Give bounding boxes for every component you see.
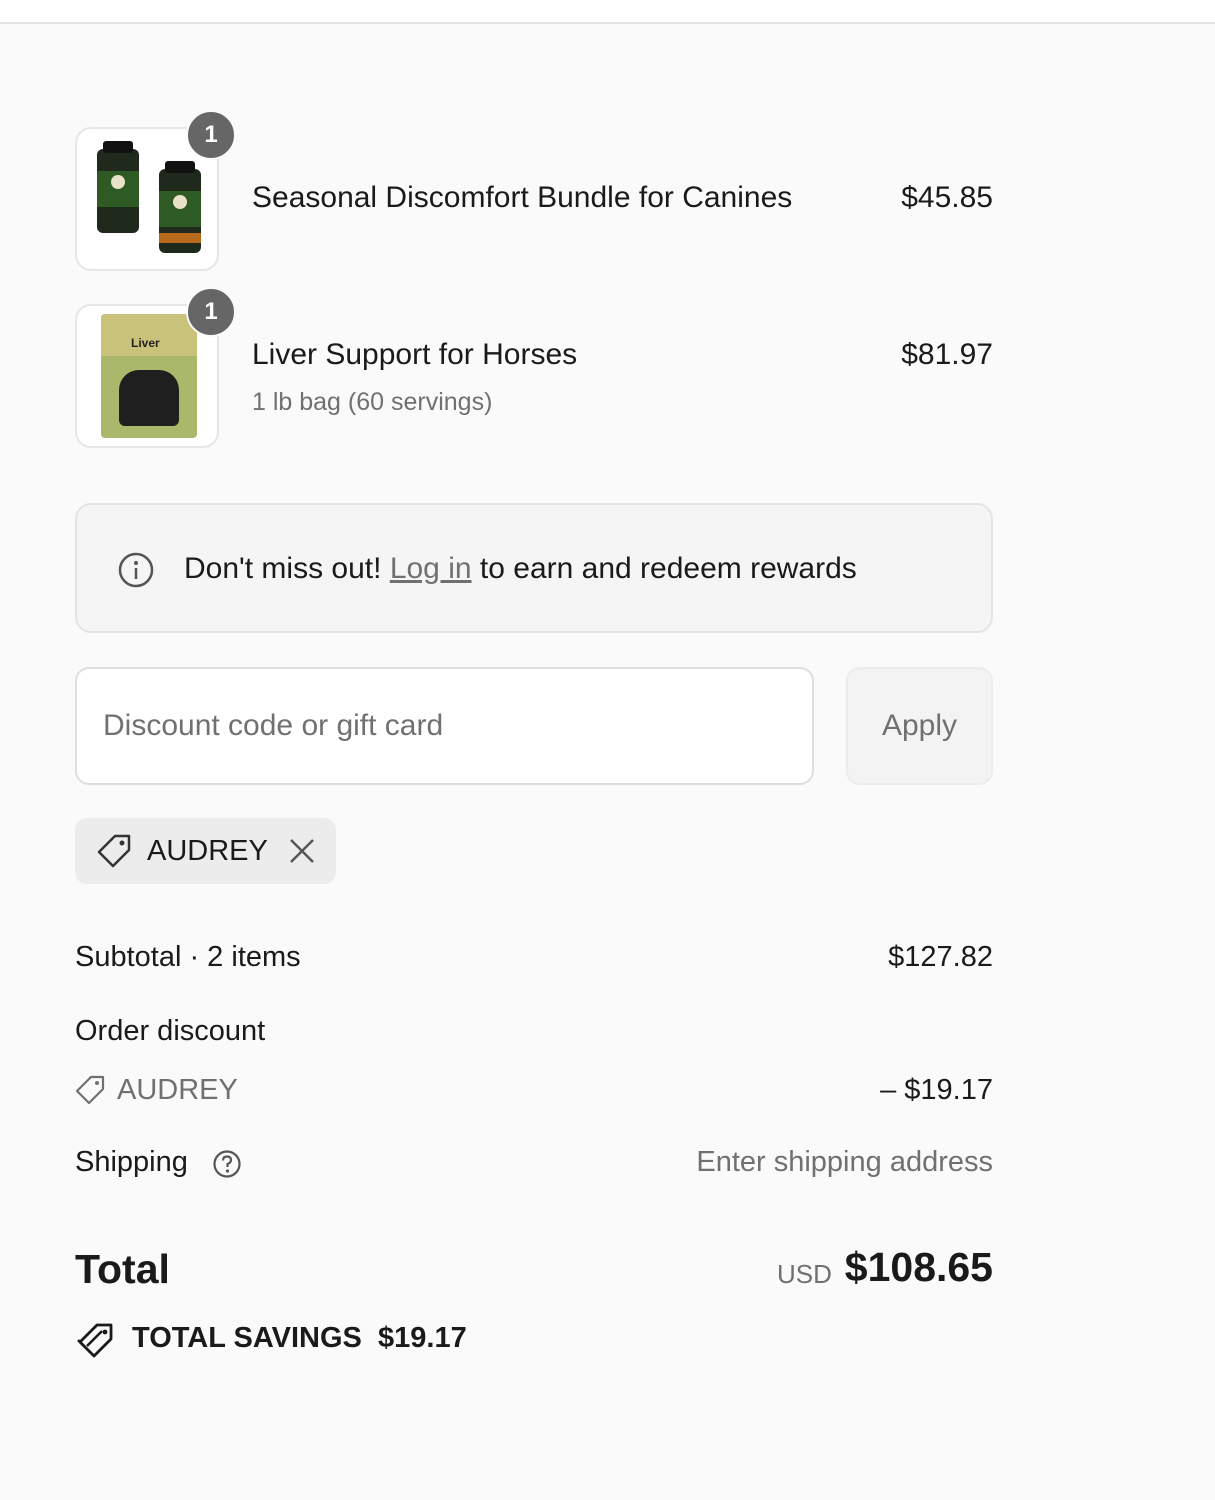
tag-icon — [95, 832, 133, 870]
applied-discount-chip: AUDREY — [75, 818, 336, 884]
subtotal-label: Subtotal · 2 items — [75, 941, 301, 973]
item-price: $81.97 — [901, 338, 993, 371]
shipping-value: Enter shipping address — [696, 1146, 993, 1178]
item-name: Liver Support for Horses — [252, 338, 578, 371]
bottle-graphic — [159, 161, 201, 253]
horse-graphic — [119, 370, 179, 426]
bag-label: Liver — [131, 336, 160, 350]
order-summary-panel: 1 Seasonal Discomfort Bundle for Canines… — [0, 22, 1215, 1500]
double-tag-icon — [75, 1322, 117, 1360]
quantity-badge: 1 — [186, 110, 236, 160]
total-savings-value: $19.17 — [378, 1322, 467, 1354]
rewards-suffix: to earn and redeem rewards — [479, 552, 857, 585]
item-variant: 1 lb bag (60 servings) — [252, 388, 493, 416]
total-label: Total — [75, 1246, 170, 1292]
quantity-badge: 1 — [186, 287, 236, 337]
order-discount-label: Order discount — [75, 1015, 266, 1047]
shipping-label: Shipping — [75, 1146, 188, 1178]
apply-button[interactable]: Apply — [846, 667, 993, 785]
discount-code-input[interactable] — [75, 667, 814, 785]
subtotal-value: $127.82 — [888, 941, 993, 973]
line-item: 1 Seasonal Discomfort Bundle for Canines… — [0, 24, 1215, 284]
item-price: $45.85 — [901, 181, 993, 214]
bag-graphic: Liver — [101, 314, 197, 438]
close-icon[interactable] — [287, 836, 317, 866]
item-name: Seasonal Discomfort Bundle for Canines — [252, 181, 793, 214]
tag-icon — [74, 1074, 106, 1106]
bottle-graphic — [97, 141, 139, 233]
applied-code: AUDREY — [147, 835, 268, 867]
login-link[interactable]: Log in — [390, 552, 472, 585]
question-circle-icon[interactable] — [212, 1149, 242, 1179]
line-item: Liver 1 Liver Support for Horses 1 lb ba… — [0, 284, 1215, 484]
total-value: $108.65 — [844, 1244, 993, 1290]
discount-value: – $19.17 — [880, 1074, 993, 1106]
rewards-prefix: Don't miss out! — [184, 552, 382, 585]
total-currency: USD — [777, 1259, 832, 1289]
rewards-message: Don't miss out! Log in to earn and redee… — [184, 552, 857, 586]
total-savings-label: TOTAL SAVINGS — [132, 1322, 362, 1354]
rewards-notice: Don't miss out! Log in to earn and redee… — [75, 503, 993, 633]
info-icon — [117, 551, 155, 589]
discount-code-label: AUDREY — [117, 1074, 238, 1106]
